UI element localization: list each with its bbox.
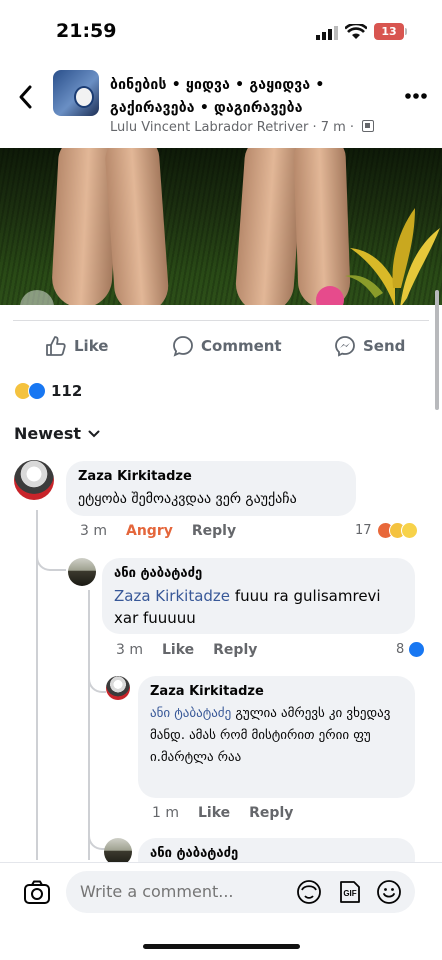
- scrollbar[interactable]: [435, 290, 439, 410]
- divider: [13, 320, 429, 321]
- reply-button[interactable]: Reply: [213, 642, 257, 658]
- status-bar: 21:59 13: [0, 0, 442, 62]
- status-time: 21:59: [56, 20, 117, 42]
- commenter-avatar[interactable]: [68, 558, 96, 586]
- like-button[interactable]: Like: [45, 334, 108, 358]
- comment-author[interactable]: Zaza Kirkitadze: [78, 469, 344, 484]
- thumbs-up-icon: [46, 336, 66, 356]
- comment-author[interactable]: ანი ტაბატაძე: [150, 846, 403, 861]
- reply-button[interactable]: Reply: [249, 805, 293, 821]
- comment-actions: 3 m Like Reply: [116, 642, 276, 658]
- commenter-avatar[interactable]: [106, 676, 130, 700]
- thread-connector: [88, 665, 106, 693]
- comment-bubble: Zaza Kirkitadze ეტყობა შემოაკვდაა ვერ გა…: [66, 461, 356, 516]
- post-image[interactable]: [0, 148, 442, 305]
- post-time: 7 m: [320, 120, 346, 135]
- comment-bubble: Zaza Kirkitadze ანი ტაბატაძე გულია ამრევ…: [138, 676, 415, 798]
- post-meta: Lulu Vincent Labrador Retriver · 7 m ·: [110, 120, 375, 135]
- comment-time: 3 m: [116, 642, 143, 658]
- messenger-icon: [335, 336, 355, 357]
- like-reaction-icon: [28, 382, 46, 400]
- image-figure: [103, 148, 171, 305]
- comment-input[interactable]: [66, 871, 415, 913]
- thread-connector: [88, 805, 106, 850]
- more-horizontal-icon[interactable]: [404, 92, 428, 100]
- emoji-icon[interactable]: [376, 879, 402, 905]
- audience-icon: [362, 120, 375, 132]
- comment-text: Zaza Kirkitadze fuuu ra gulisamrevi xar …: [114, 585, 403, 629]
- comment-time: 1 m: [152, 805, 179, 821]
- comment-sort-dropdown[interactable]: Newest: [14, 424, 100, 443]
- comment-label: Comment: [201, 337, 282, 355]
- group-avatar[interactable]: [53, 70, 99, 116]
- cellular-signal-icon: [316, 26, 338, 40]
- reply-button[interactable]: Reply: [192, 523, 236, 539]
- comment-text: ეტყობა შემოაკვდაა ვერ გაუქაჩა: [78, 491, 297, 507]
- commenter-avatar[interactable]: [14, 460, 54, 500]
- like-reaction-icon: [408, 641, 426, 658]
- group-name[interactable]: ბინების • ყიდვა • გაყიდვა • გაქირავება •…: [110, 74, 390, 120]
- comment-reaction-count: 8: [396, 642, 405, 657]
- gif-label: GIF: [343, 889, 356, 898]
- reaction-count: 112: [51, 382, 83, 400]
- send-label: Send: [363, 337, 406, 355]
- like-comment-button[interactable]: Like: [162, 642, 194, 658]
- avatar-sticker-icon[interactable]: [296, 879, 322, 905]
- comment-text: ანი ტაბატაძე გულია ამრევს კი ვხედავ მანდ…: [150, 703, 403, 769]
- wifi-icon: [345, 24, 367, 39]
- battery-tip: [405, 28, 407, 35]
- comment-time: 3 m: [80, 523, 107, 539]
- speech-bubble-icon: [173, 336, 193, 357]
- comment-button[interactable]: Comment: [172, 334, 282, 358]
- group-avatar-logo: [74, 86, 94, 108]
- gif-icon[interactable]: GIF: [336, 879, 362, 905]
- reaction-summary[interactable]: 112: [14, 380, 82, 402]
- comment-reaction-count: 17: [355, 523, 372, 538]
- comment-bubble: ანი ტაბატაძე Zaza Kirkitadze fuuu ra gul…: [102, 558, 415, 634]
- camera-icon[interactable]: [23, 878, 51, 906]
- comment-author[interactable]: Zaza Kirkitadze: [150, 684, 403, 699]
- comment-reactions[interactable]: 8: [396, 641, 426, 658]
- mention-link[interactable]: Zaza Kirkitadze: [114, 587, 230, 605]
- home-indicator[interactable]: [143, 944, 300, 949]
- post-author[interactable]: Lulu Vincent Labrador Retriver: [110, 120, 308, 135]
- comment-actions: 1 m Like Reply: [152, 805, 312, 821]
- reaction-button[interactable]: Angry: [126, 523, 173, 539]
- haha-reaction-icon: [400, 522, 418, 539]
- like-comment-button[interactable]: Like: [198, 805, 230, 821]
- send-button[interactable]: Send: [334, 334, 405, 358]
- battery-level: 13: [374, 23, 404, 40]
- like-label: Like: [74, 337, 109, 355]
- mention-link[interactable]: ანი ტაბატაძე: [150, 706, 231, 721]
- plant-decoration: [345, 208, 440, 305]
- comment-actions: 3 m Angry Reply: [80, 523, 255, 539]
- image-figure: [293, 148, 351, 305]
- chevron-down-icon: [88, 430, 100, 437]
- sort-label: Newest: [14, 424, 82, 443]
- chevron-left-icon[interactable]: [14, 82, 38, 112]
- comment-reactions[interactable]: 17: [355, 522, 418, 539]
- thread-connector: [36, 545, 66, 571]
- comment-author[interactable]: ანი ტაბატაძე: [114, 566, 403, 581]
